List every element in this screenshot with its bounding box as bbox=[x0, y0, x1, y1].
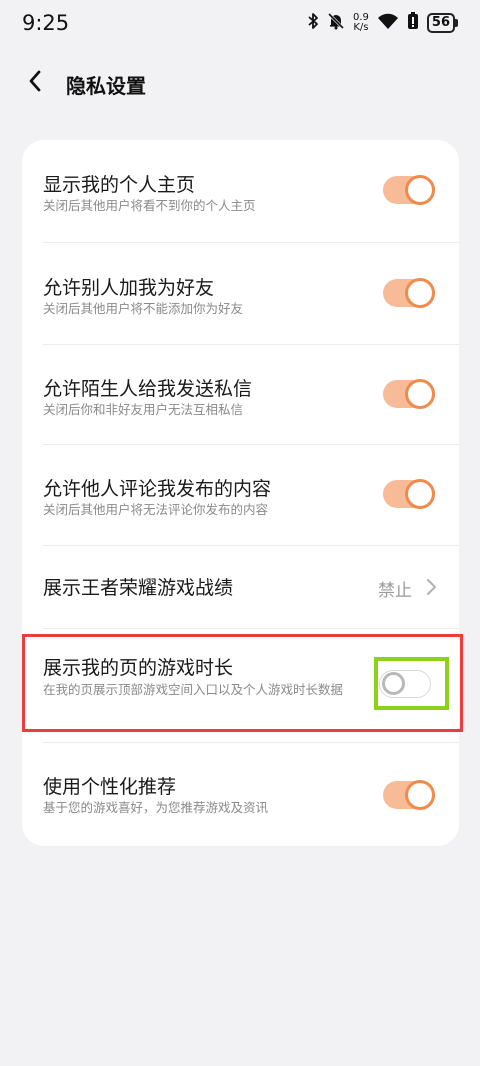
net-speed-unit: K/s bbox=[353, 22, 369, 33]
show-homepage-toggle[interactable] bbox=[383, 175, 435, 205]
page-title: 隐私设置 bbox=[66, 74, 146, 98]
back-button[interactable] bbox=[18, 66, 52, 100]
setting-value: 禁止 bbox=[378, 581, 412, 601]
mute-bell-icon bbox=[327, 12, 345, 34]
toggle-knob bbox=[405, 479, 435, 509]
toggle-knob bbox=[405, 175, 435, 205]
wifi-icon bbox=[377, 12, 399, 34]
toggle-knob bbox=[405, 278, 435, 308]
status-bar: 9:25 0.9 K/s 56 bbox=[0, 0, 480, 46]
allow-comment-toggle[interactable] bbox=[383, 479, 435, 509]
setting-title: 使用个性化推荐 bbox=[43, 776, 177, 798]
setting-subtitle: 基于您的游戏喜好，为您推荐游戏及资讯 bbox=[43, 800, 269, 815]
battery-indicator: 56 bbox=[426, 13, 458, 33]
setting-row-allow-comment: 允许他人评论我发布的内容 关闭后其他用户将无法评论你发布的内容 bbox=[22, 445, 459, 545]
setting-row-allow-friend: 允许别人加我为好友 关闭后其他用户将不能添加你为好友 bbox=[22, 243, 459, 345]
setting-title: 显示我的个人主页 bbox=[43, 174, 196, 196]
setting-row-game-record[interactable]: 展示王者荣耀游戏战绩 禁止 bbox=[22, 546, 459, 628]
chevron-right-icon bbox=[425, 577, 437, 601]
net-speed: 0.9 K/s bbox=[353, 13, 369, 33]
setting-subtitle: 关闭后其他用户将看不到你的个人主页 bbox=[43, 198, 256, 213]
toggle-knob bbox=[405, 379, 435, 409]
setting-title: 允许陌生人给我发送私信 bbox=[43, 378, 253, 400]
page-header: 隐私设置 bbox=[0, 58, 480, 108]
setting-title: 允许别人加我为好友 bbox=[43, 277, 215, 299]
toggle-knob bbox=[405, 780, 435, 810]
setting-row-stranger-message: 允许陌生人给我发送私信 关闭后你和非好友用户无法互相私信 bbox=[22, 345, 459, 445]
setting-row-show-homepage: 显示我的个人主页 关闭后其他用户将看不到你的个人主页 bbox=[22, 140, 459, 242]
setting-subtitle: 关闭后其他用户将不能添加你为好友 bbox=[43, 301, 244, 316]
setting-title: 允许他人评论我发布的内容 bbox=[43, 478, 272, 500]
battery-level: 56 bbox=[426, 13, 455, 33]
chevron-left-icon bbox=[27, 69, 43, 97]
stranger-message-toggle[interactable] bbox=[383, 379, 435, 409]
highlight-box-green bbox=[374, 657, 449, 710]
allow-friend-toggle[interactable] bbox=[383, 278, 435, 308]
status-icons: 0.9 K/s 56 bbox=[307, 10, 458, 36]
settings-card: 显示我的个人主页 关闭后其他用户将看不到你的个人主页 允许别人加我为好友 关闭后… bbox=[22, 140, 459, 846]
setting-subtitle: 关闭后你和非好友用户无法互相私信 bbox=[43, 402, 244, 417]
setting-row-personalized: 使用个性化推荐 基于您的游戏喜好，为您推荐游戏及资讯 bbox=[22, 743, 459, 846]
status-time: 9:25 bbox=[22, 11, 70, 35]
setting-subtitle: 关闭后其他用户将无法评论你发布的内容 bbox=[43, 502, 269, 517]
setting-title: 展示王者荣耀游戏战绩 bbox=[43, 577, 234, 599]
battery-saver-icon bbox=[407, 12, 419, 34]
personalized-toggle[interactable] bbox=[383, 780, 435, 810]
battery-tip bbox=[455, 19, 458, 27]
bluetooth-icon bbox=[307, 12, 319, 34]
